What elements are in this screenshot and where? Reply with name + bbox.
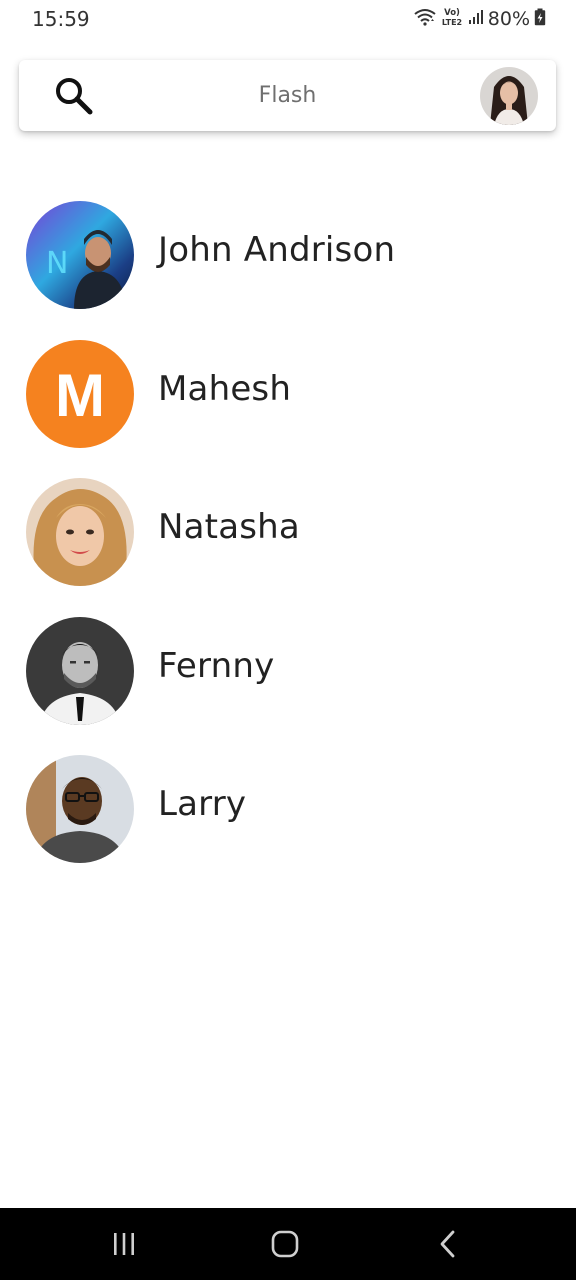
search-bar[interactable]: Flash: [19, 60, 556, 131]
contact-item[interactable]: M Mahesh: [0, 329, 576, 468]
navigation-bar: [0, 1208, 576, 1280]
status-icons: Vo) LTE2 80%: [414, 6, 546, 32]
contact-name: John Andrison: [158, 230, 396, 270]
contact-avatar[interactable]: M: [26, 339, 134, 448]
contact-item[interactable]: Fernny: [0, 606, 576, 745]
svg-text:Vo): Vo): [444, 8, 460, 18]
svg-text:LTE2: LTE2: [442, 18, 462, 27]
contact-avatar[interactable]: [26, 755, 134, 863]
svg-text:N: N: [46, 246, 68, 281]
app-screen: 15:59 Vo) LTE2 80% Flash N John Andrison…: [0, 0, 576, 1280]
contact-avatar[interactable]: N: [26, 201, 134, 309]
contact-item[interactable]: N John Andrison: [0, 190, 576, 329]
contact-name: Fernny: [158, 645, 275, 686]
battery-percentage: 80%: [487, 8, 530, 30]
contact-item[interactable]: Natasha: [0, 467, 576, 606]
user-profile-avatar[interactable]: [480, 67, 538, 125]
status-time: 15:59: [32, 7, 90, 31]
contact-item[interactable]: Larry: [0, 744, 576, 883]
avatar-letter: M: [55, 362, 105, 429]
contact-name: Larry: [158, 784, 247, 824]
home-icon[interactable]: [265, 1226, 305, 1262]
contact-list: N John Andrison M Mahesh Natasha Fernny …: [0, 190, 576, 883]
contact-avatar[interactable]: [26, 616, 134, 725]
volte-lte2-icon: Vo) LTE2: [440, 6, 464, 33]
signal-icon: [468, 9, 484, 30]
contact-avatar[interactable]: [26, 478, 134, 586]
recent-apps-icon[interactable]: [104, 1226, 144, 1262]
wifi-icon: [414, 8, 436, 31]
contact-name: Mahesh: [158, 368, 292, 409]
back-icon[interactable]: [428, 1226, 468, 1262]
status-bar: 15:59 Vo) LTE2 80%: [0, 0, 576, 40]
search-icon[interactable]: [53, 75, 95, 117]
search-placeholder[interactable]: Flash: [19, 83, 556, 108]
contact-name: Natasha: [158, 507, 300, 547]
battery-icon: [534, 8, 546, 31]
